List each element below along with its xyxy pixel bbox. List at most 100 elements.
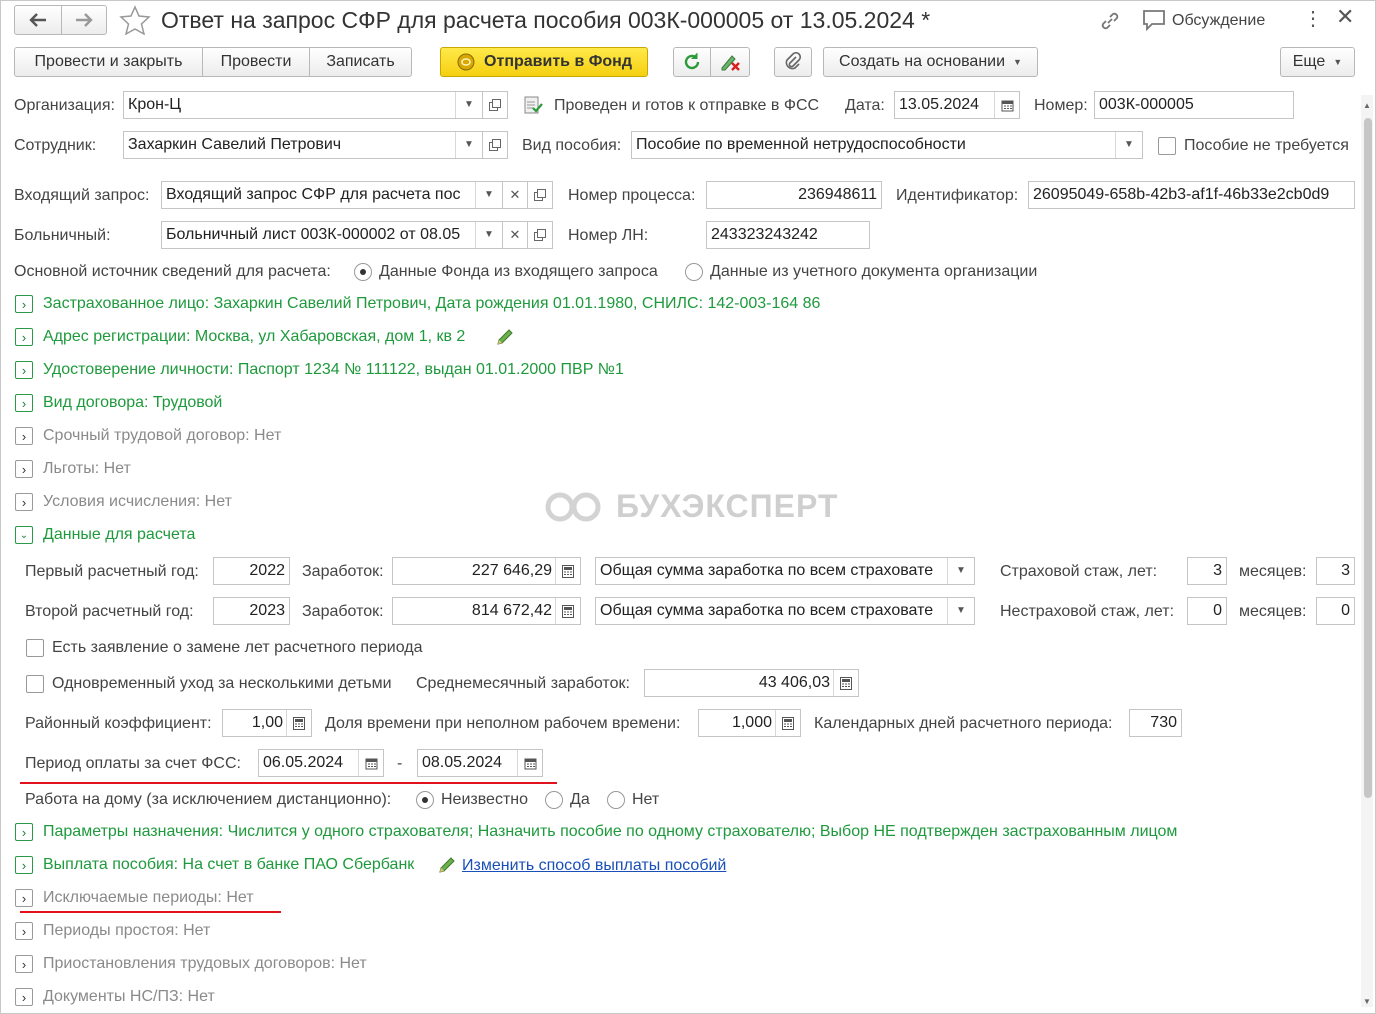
- expand-address-icon[interactable]: ›: [15, 328, 33, 346]
- employee-field[interactable]: Захаркин Савелий Петрович ▼: [123, 131, 483, 159]
- open-employee-button[interactable]: [482, 131, 508, 159]
- calculator-button[interactable]: [833, 670, 858, 696]
- home-no-label[interactable]: Нет: [632, 790, 659, 810]
- nonins-exp-months-field[interactable]: 0: [1316, 597, 1355, 625]
- expand-benefits-icon[interactable]: ›: [15, 460, 33, 478]
- dropdown-arrow-icon[interactable]: ▼: [475, 182, 502, 208]
- sick-leave-field[interactable]: Больничный лист 003К-000002 от 08.05 ▼: [161, 221, 503, 249]
- scroll-down-icon[interactable]: ▼: [1363, 992, 1371, 1012]
- expand-conditions-icon[interactable]: ›: [15, 493, 33, 511]
- clear-incoming-button[interactable]: ✕: [502, 181, 528, 209]
- earnings1-field[interactable]: 227 646,29: [392, 557, 581, 585]
- expand-params-icon[interactable]: ›: [15, 823, 33, 841]
- incoming-request-field[interactable]: Входящий запрос СФР для расчета пос ▼: [161, 181, 503, 209]
- benefits-group[interactable]: Льготы: Нет: [43, 459, 131, 479]
- calculator-button[interactable]: [555, 598, 580, 624]
- conditions-group[interactable]: Условия исчисления: Нет: [43, 492, 232, 512]
- period-to-field[interactable]: 08.05.2024: [417, 749, 543, 777]
- expand-suspensions-icon[interactable]: ›: [15, 955, 33, 973]
- send-to-fund-button[interactable]: Отправить в Фонд: [440, 47, 648, 77]
- benefit-not-required-checkbox[interactable]: [1158, 137, 1176, 155]
- payment-group[interactable]: Выплата пособия: На счет в банке ПАО Сбе…: [43, 855, 414, 875]
- excluded-periods-group[interactable]: Исключаемые периоды: Нет: [43, 888, 254, 908]
- suspensions-group[interactable]: Приостановления трудовых договоров: Нет: [43, 954, 367, 974]
- home-unknown-label[interactable]: Неизвестно: [441, 790, 528, 810]
- earnings-kind1-field[interactable]: Общая сумма заработка по всем страховате…: [595, 557, 975, 585]
- link-icon[interactable]: [1098, 9, 1122, 33]
- calendar-button[interactable]: [358, 750, 383, 776]
- home-yes-label[interactable]: Да: [570, 790, 590, 810]
- region-coef-field[interactable]: 1,00: [222, 709, 312, 737]
- clear-sick-leave-button[interactable]: ✕: [502, 221, 528, 249]
- nonins-exp-years-field[interactable]: 0: [1187, 597, 1227, 625]
- expand-accident-docs-icon[interactable]: ›: [15, 988, 33, 1006]
- collapse-calc-data-icon[interactable]: ⌄: [15, 526, 33, 544]
- scroll-up-icon[interactable]: ▲: [1363, 96, 1371, 116]
- home-yes-radio[interactable]: [545, 791, 563, 809]
- pencil-icon[interactable]: [495, 327, 515, 347]
- post-and-close-button[interactable]: Провести и закрыть: [14, 47, 203, 77]
- expand-identity-icon[interactable]: ›: [15, 361, 33, 379]
- pencil-icon[interactable]: [437, 855, 457, 875]
- downtime-group[interactable]: Периоды простоя: Нет: [43, 921, 210, 941]
- calculator-button[interactable]: [775, 710, 800, 736]
- post-button[interactable]: Провести: [202, 47, 310, 77]
- year2-field[interactable]: 2023: [213, 597, 290, 625]
- earnings2-field[interactable]: 814 672,42: [392, 597, 581, 625]
- dropdown-arrow-icon[interactable]: ▼: [1115, 132, 1142, 158]
- change-payment-link[interactable]: Изменить способ выплаты пособий: [462, 856, 726, 876]
- menu-dots-icon[interactable]: ⋮: [1303, 9, 1323, 29]
- expand-contract-icon[interactable]: ›: [15, 394, 33, 412]
- calendar-days-field[interactable]: 730: [1129, 709, 1182, 737]
- source-fund-radio[interactable]: [354, 263, 372, 281]
- identifier-field[interactable]: 26095049-658b-42b3-af1f-46b33e2cb0d9: [1028, 181, 1355, 209]
- back-button[interactable]: [14, 5, 62, 35]
- scrollbar-thumb[interactable]: [1364, 118, 1372, 798]
- address-group[interactable]: Адрес регистрации: Москва, ул Хабаровска…: [43, 327, 465, 347]
- year1-field[interactable]: 2022: [213, 557, 290, 585]
- write-button[interactable]: Записать: [309, 47, 412, 77]
- replace-years-checkbox[interactable]: [26, 639, 44, 657]
- source-fund-label[interactable]: Данные Фонда из входящего запроса: [379, 262, 658, 282]
- source-org-label[interactable]: Данные из учетного документа организации: [710, 262, 1037, 282]
- expand-insured-icon[interactable]: ›: [15, 295, 33, 313]
- fixed-term-group[interactable]: Срочный трудовой договор: Нет: [43, 426, 281, 446]
- number-field[interactable]: 003К-000005: [1094, 91, 1294, 119]
- calculator-button[interactable]: [286, 710, 311, 736]
- more-button[interactable]: Еще ▼: [1280, 47, 1355, 77]
- create-based-on-button[interactable]: Создать на основании ▼: [823, 47, 1038, 77]
- discussion-icon[interactable]: [1142, 9, 1166, 31]
- dropdown-arrow-icon[interactable]: ▼: [947, 598, 974, 624]
- earnings-kind2-field[interactable]: Общая сумма заработка по всем страховате…: [595, 597, 975, 625]
- calendar-button[interactable]: [517, 750, 542, 776]
- expand-excluded-icon[interactable]: ›: [15, 889, 33, 907]
- identity-group[interactable]: Удостоверение личности: Паспорт 1234 № 1…: [43, 360, 624, 380]
- open-incoming-button[interactable]: [527, 181, 553, 209]
- close-icon[interactable]: ✕: [1336, 6, 1354, 28]
- favorite-star-icon[interactable]: [119, 5, 151, 35]
- benefit-not-required-label[interactable]: Пособие не требуется: [1184, 136, 1349, 156]
- dropdown-arrow-icon[interactable]: ▼: [475, 222, 502, 248]
- calculator-button[interactable]: [555, 558, 580, 584]
- contract-type-group[interactable]: Вид договора: Трудовой: [43, 393, 222, 413]
- assignment-params-group[interactable]: Параметры назначения: Числится у одного …: [43, 822, 1177, 842]
- expand-fixed-term-icon[interactable]: ›: [15, 427, 33, 445]
- part-time-field[interactable]: 1,000: [698, 709, 801, 737]
- dropdown-arrow-icon[interactable]: ▼: [947, 558, 974, 584]
- multi-children-checkbox[interactable]: [26, 675, 44, 693]
- period-from-field[interactable]: 06.05.2024: [258, 749, 384, 777]
- process-number-field[interactable]: 236948611: [706, 181, 882, 209]
- org-field[interactable]: Крон-Ц ▼: [123, 91, 483, 119]
- clear-button[interactable]: [710, 47, 750, 77]
- calc-data-group[interactable]: Данные для расчета: [43, 525, 195, 545]
- ins-exp-months-field[interactable]: 3: [1316, 557, 1355, 585]
- expand-payment-icon[interactable]: ›: [15, 856, 33, 874]
- source-org-radio[interactable]: [685, 263, 703, 281]
- open-org-button[interactable]: [482, 91, 508, 119]
- insured-person-group[interactable]: Застрахованное лицо: Захаркин Савелий Пе…: [43, 294, 820, 314]
- forward-button[interactable]: [61, 5, 107, 35]
- replace-years-label[interactable]: Есть заявление о замене лет расчетного п…: [52, 638, 423, 658]
- home-no-radio[interactable]: [607, 791, 625, 809]
- refresh-button[interactable]: [673, 47, 711, 77]
- benefit-type-field[interactable]: Пособие по временной нетрудоспособности …: [631, 131, 1143, 159]
